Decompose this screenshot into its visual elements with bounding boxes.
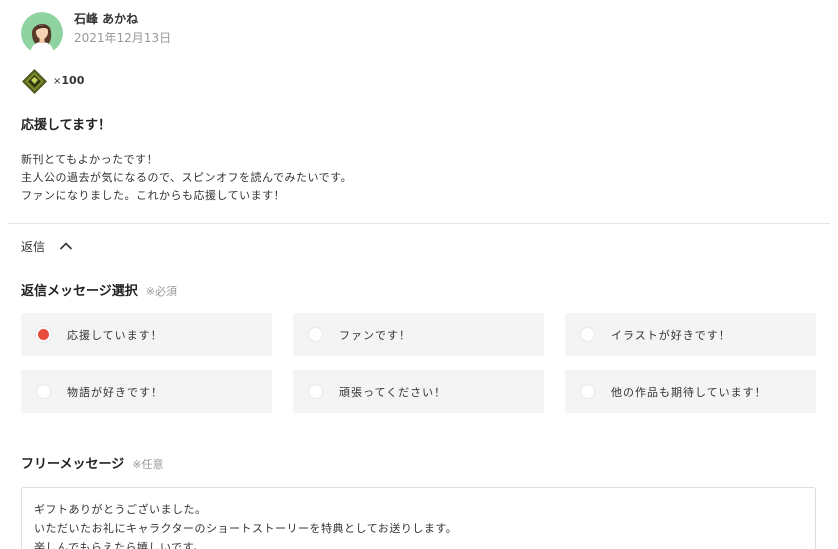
reply-option[interactable]: イラストが好きです！ [565, 313, 816, 356]
reply-page: 石峰 あかね 2021年12月13日 ×100 応援してます！ 新刊とてもよかっ… [0, 0, 838, 549]
reply-option[interactable]: 応援しています！ [21, 313, 272, 356]
reply-option-label: 他の作品も期待しています！ [611, 385, 767, 399]
reply-option[interactable]: ファンです！ [293, 313, 544, 356]
comment-line: 新刊とてもよかったです！ [21, 153, 159, 166]
reply-option-label: イラストが好きです！ [611, 328, 731, 342]
reply-option-label: 物語が好きです！ [67, 385, 163, 399]
reply-toggle[interactable]: 返信 [21, 236, 73, 256]
reply-option[interactable]: 他の作品も期待しています！ [565, 370, 816, 413]
free-message-textarea[interactable]: ギフトありがとうございました。 いただいたお礼にキャラクターのショートストーリー… [21, 487, 816, 549]
reply-option-label: 応援しています！ [67, 328, 163, 342]
radio-icon[interactable] [36, 384, 51, 399]
avatar-illustration-icon [21, 12, 63, 54]
gift-item-icon [21, 68, 48, 95]
comment-line: 主人公の過去が気になるので、スピンオフを読んでみたいです。 [21, 171, 353, 184]
gift-count-value: 100 [61, 74, 85, 87]
reply-option[interactable]: 頑張ってください！ [293, 370, 544, 413]
divider [8, 223, 830, 224]
comment-line: ファンになりました。これからも応援しています！ [21, 189, 286, 202]
optional-note: ※任意 [132, 458, 164, 471]
free-message-title-text: フリーメッセージ [21, 457, 125, 472]
free-message-line: 楽しんでもらえたら嬉しいです。 [34, 541, 205, 549]
chevron-up-icon [59, 242, 73, 250]
post-date: 2021年12月13日 [74, 31, 172, 45]
radio-selected-icon[interactable] [36, 327, 51, 342]
avatar[interactable] [21, 12, 63, 54]
reply-option-label: 頑張ってください！ [339, 385, 447, 399]
reply-option[interactable]: 物語が好きです！ [21, 370, 272, 413]
radio-icon[interactable] [308, 327, 323, 342]
gift-count: ×100 [53, 74, 84, 89]
reply-option-label: ファンです！ [339, 328, 411, 342]
comment-title: 応援してます！ [21, 118, 111, 133]
free-message-line: いただいたお礼にキャラクターのショートストーリーを特典としてお送りします。 [34, 522, 458, 535]
radio-icon[interactable] [308, 384, 323, 399]
radio-icon[interactable] [580, 384, 595, 399]
required-note: ※必須 [145, 285, 177, 298]
reply-select-title: 返信メッセージ選択 ※必須 [21, 283, 177, 300]
user-name: 石峰 あかね [74, 12, 139, 26]
reply-toggle-label: 返信 [21, 239, 46, 254]
free-message-line: ギフトありがとうございました。 [34, 503, 207, 516]
reply-select-title-text: 返信メッセージ選択 [21, 284, 138, 299]
free-message-title: フリーメッセージ ※任意 [21, 456, 163, 473]
comment-body: 新刊とてもよかったです！ 主人公の過去が気になるので、スピンオフを読んでみたいで… [21, 151, 352, 205]
radio-icon[interactable] [580, 327, 595, 342]
